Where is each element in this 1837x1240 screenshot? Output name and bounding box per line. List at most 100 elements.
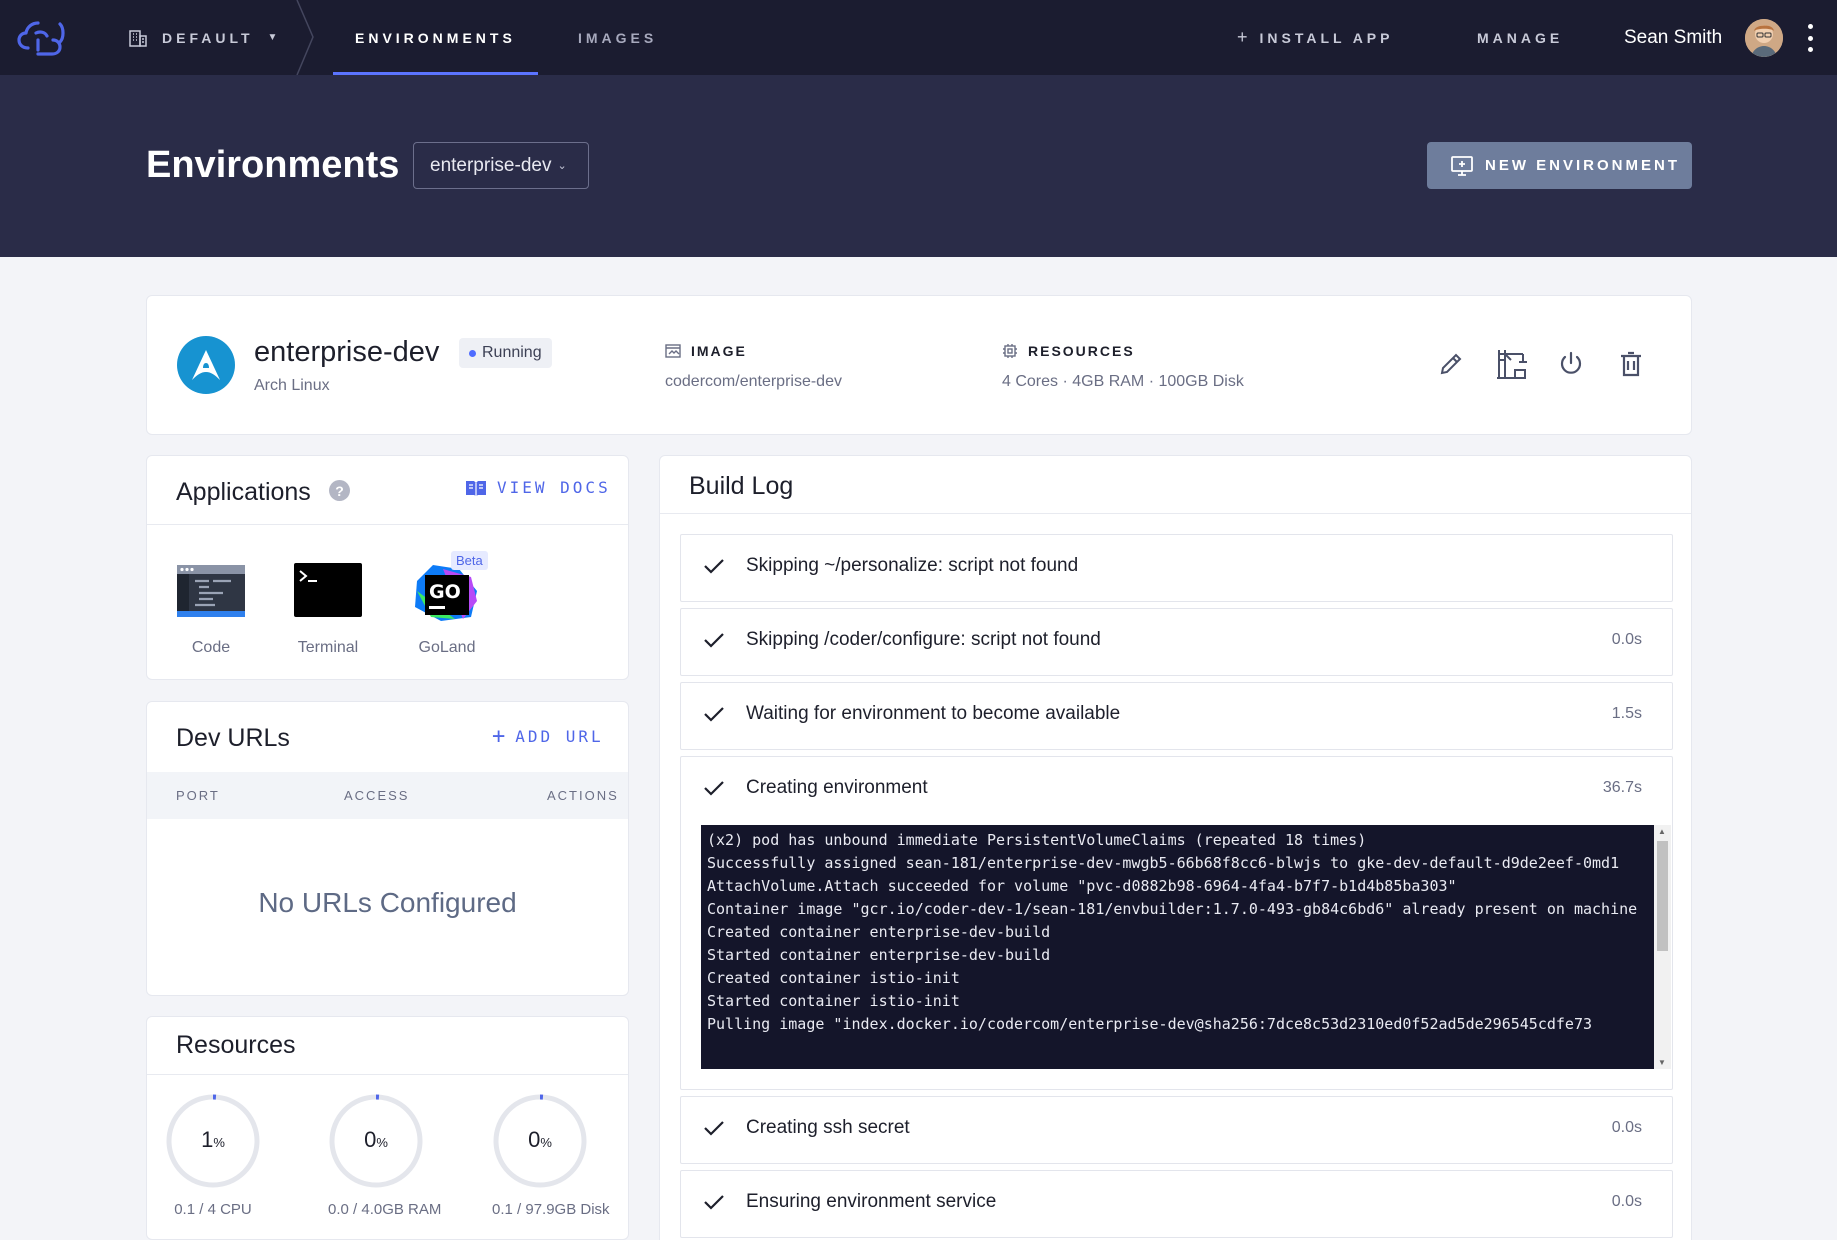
scroll-down-icon[interactable]: ▼ bbox=[1658, 1058, 1666, 1067]
status-text: Running bbox=[482, 344, 542, 361]
tab-environments[interactable]: ENVIRONMENTS bbox=[333, 0, 538, 75]
top-nav: DEFAULT ▼ ENVIRONMENTS IMAGES + INSTALL … bbox=[0, 0, 1837, 75]
divider bbox=[660, 513, 1691, 514]
cpu-gauge: 1% 0.1 / 4 CPU bbox=[165, 1093, 261, 1218]
add-url-label: ADD URL bbox=[515, 727, 604, 746]
goland-app-icon: GO Beta bbox=[413, 551, 488, 621]
gauge-percent: 1% bbox=[201, 1127, 225, 1152]
check-icon bbox=[704, 559, 724, 574]
cpu-icon bbox=[1003, 344, 1017, 358]
more-menu-icon[interactable] bbox=[1804, 24, 1816, 52]
resources-card: Resources 1% 0.1 / 4 CPU 0% 0.0 / 4.0GB … bbox=[146, 1016, 629, 1240]
environment-select-value: enterprise-dev bbox=[430, 154, 552, 176]
resources-label: RESOURCES bbox=[1002, 343, 1135, 359]
column-header-port: PORT bbox=[176, 788, 220, 803]
app-label: Terminal bbox=[297, 639, 359, 656]
app-terminal[interactable]: Terminal bbox=[280, 561, 376, 657]
code-app-icon bbox=[177, 561, 245, 619]
step-text: Waiting for environment to become availa… bbox=[746, 703, 1121, 724]
dev-urls-card: Dev URLs + ADD URL PORT ACCESS ACTIONS N… bbox=[146, 701, 629, 996]
gauge-percent: 0% bbox=[528, 1127, 552, 1152]
step-time: 0.0s bbox=[1611, 1119, 1642, 1136]
nav-separator bbox=[296, 0, 314, 75]
power-icon[interactable] bbox=[1555, 348, 1587, 380]
user-name[interactable]: Sean Smith bbox=[1624, 0, 1722, 75]
gauge-label: 0.1 / 97.9GB Disk bbox=[492, 1201, 610, 1218]
dev-urls-table-header: PORT ACCESS ACTIONS bbox=[147, 772, 628, 819]
scroll-up-icon[interactable]: ▲ bbox=[1658, 827, 1666, 836]
help-icon[interactable]: ? bbox=[329, 480, 350, 501]
empty-message: No URLs Configured bbox=[258, 887, 517, 918]
add-url-button[interactable]: + ADD URL bbox=[492, 724, 604, 749]
divider bbox=[147, 524, 628, 525]
resources-value: 4 Cores · 4GB RAM · 100GB Disk bbox=[1002, 373, 1244, 390]
gauge-percent: 0% bbox=[364, 1127, 388, 1152]
coder-logo-icon[interactable] bbox=[16, 18, 68, 58]
plus-icon: + bbox=[492, 724, 506, 749]
log-step[interactable]: Skipping /coder/configure: script not fo… bbox=[680, 608, 1673, 676]
step-text: Skipping ~/personalize: script not found bbox=[746, 555, 1079, 576]
log-step[interactable]: Ensuring environment service 0.0s bbox=[680, 1170, 1673, 1238]
new-environment-button[interactable]: NEW ENVIRONMENT bbox=[1427, 142, 1692, 189]
disk-gauge: 0% 0.1 / 97.9GB Disk bbox=[492, 1093, 610, 1218]
build-log-title: Build Log bbox=[689, 472, 794, 500]
edit-icon[interactable] bbox=[1435, 348, 1467, 380]
status-dot bbox=[469, 349, 476, 357]
gauge-label: 0.0 / 4.0GB RAM bbox=[328, 1201, 442, 1218]
step-time: 0.0s bbox=[1611, 1193, 1642, 1210]
building-icon bbox=[129, 29, 147, 47]
applications-card: Applications ? VIEW DOCS Code Terminal G… bbox=[146, 455, 629, 680]
chevron-down-icon: ⌄ bbox=[557, 160, 567, 172]
install-app-label: INSTALL APP bbox=[1259, 29, 1394, 46]
check-icon bbox=[704, 1195, 724, 1210]
check-icon bbox=[704, 1121, 724, 1136]
app-code[interactable]: Code bbox=[163, 561, 259, 657]
manage-link[interactable]: MANAGE bbox=[1477, 0, 1563, 75]
log-step[interactable]: Creating ssh secret 0.0s bbox=[680, 1096, 1673, 1164]
step-text: Skipping /coder/configure: script not fo… bbox=[746, 629, 1101, 650]
build-icon[interactable] bbox=[1495, 348, 1527, 380]
scrollbar[interactable]: ▲ ▼ bbox=[1654, 825, 1671, 1069]
dev-urls-title: Dev URLs bbox=[176, 724, 290, 752]
view-docs-button[interactable]: VIEW DOCS bbox=[465, 478, 611, 497]
book-icon bbox=[466, 480, 486, 496]
beta-badge: Beta bbox=[451, 551, 488, 570]
column-header-actions: ACTIONS bbox=[547, 788, 619, 803]
check-icon bbox=[704, 707, 724, 722]
step-text: Creating ssh secret bbox=[746, 1117, 910, 1138]
divider bbox=[147, 1074, 628, 1075]
trash-icon[interactable] bbox=[1615, 348, 1647, 380]
environment-summary-card: enterprise-dev Running Arch Linux IMAGE … bbox=[146, 295, 1692, 435]
org-name: DEFAULT bbox=[162, 29, 254, 46]
scrollbar-thumb[interactable] bbox=[1657, 841, 1668, 951]
org-switcher[interactable]: DEFAULT ▼ bbox=[128, 0, 277, 75]
page-title: Environments bbox=[146, 144, 400, 186]
tab-images[interactable]: IMAGES bbox=[578, 0, 657, 75]
column-header-access: ACCESS bbox=[344, 788, 410, 803]
terminal-output[interactable]: (x2) pod has unbound immediate Persisten… bbox=[701, 825, 1654, 1069]
resources-title: Resources bbox=[176, 1031, 296, 1059]
gauge-label: 0.1 / 4 CPU bbox=[174, 1201, 252, 1218]
environment-select[interactable]: enterprise-dev ⌄ bbox=[413, 142, 589, 189]
chevron-down-icon: ▼ bbox=[267, 32, 278, 43]
image-icon bbox=[665, 344, 681, 358]
arch-linux-icon bbox=[177, 336, 235, 394]
app-goland[interactable]: GO Beta GoLand bbox=[399, 551, 495, 657]
log-step-expanded[interactable]: Creating environment 36.7s (x2) pod has … bbox=[680, 756, 1673, 1090]
log-step[interactable]: Waiting for environment to become availa… bbox=[680, 682, 1673, 750]
status-badge: Running bbox=[459, 338, 552, 368]
new-environment-label: NEW ENVIRONMENT bbox=[1485, 157, 1680, 174]
plus-icon: + bbox=[1237, 27, 1248, 47]
add-screen-icon bbox=[1451, 155, 1473, 176]
image-value: codercom/enterprise-dev bbox=[665, 373, 842, 390]
step-time: 36.7s bbox=[1602, 779, 1642, 796]
applications-title: Applications bbox=[176, 478, 311, 506]
image-label: IMAGE bbox=[665, 343, 747, 359]
terminal-app-icon bbox=[294, 561, 362, 619]
app-label: Code bbox=[191, 639, 231, 656]
avatar[interactable] bbox=[1745, 19, 1783, 57]
install-app-button[interactable]: + INSTALL APP bbox=[1237, 0, 1393, 75]
environment-name: enterprise-dev bbox=[254, 336, 440, 368]
log-step[interactable]: Skipping ~/personalize: script not found bbox=[680, 534, 1673, 602]
svg-text:GO: GO bbox=[429, 581, 461, 603]
